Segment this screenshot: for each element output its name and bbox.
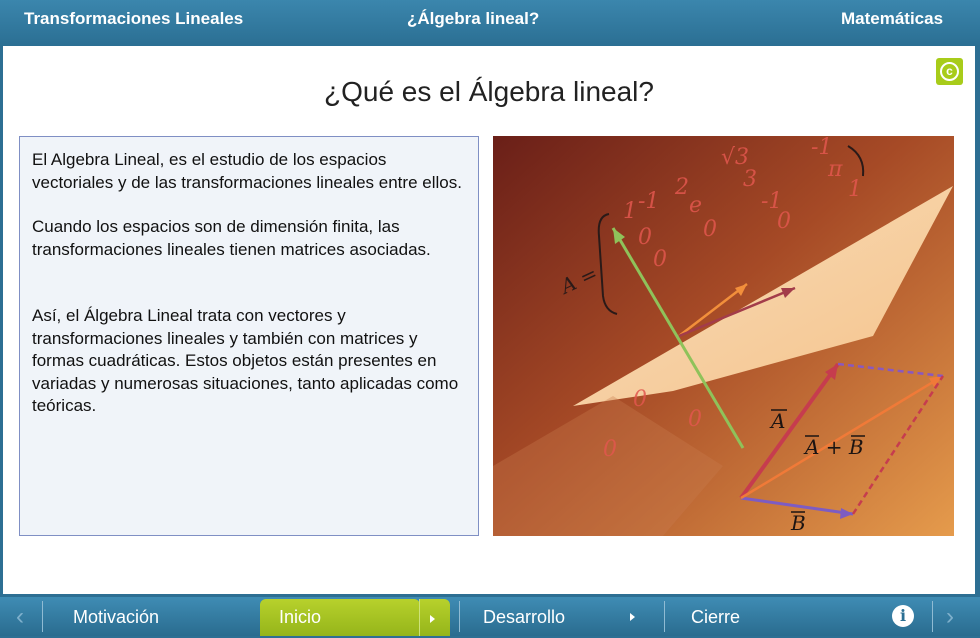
matrix-entry: 0 <box>777 209 791 234</box>
matrix-entry: 3 <box>743 167 757 192</box>
matrix-entry: 0 <box>688 407 702 432</box>
matrix-entry: 0 <box>633 387 647 412</box>
matrix-entry: 0 <box>703 217 717 242</box>
matrix-entry: 0 <box>638 225 652 250</box>
content-panel: ¿Qué es el Álgebra lineal? c El Algebra … <box>3 46 975 594</box>
chevron-left-icon[interactable]: ‹ <box>16 605 24 629</box>
nav-divider <box>664 601 665 632</box>
matrix-entry: 2 <box>674 175 689 200</box>
paragraph-definition: El Algebra Lineal, es el estudio de los … <box>32 150 462 192</box>
chevron-right-small-icon <box>430 615 435 623</box>
nav-divider <box>42 601 43 632</box>
header-bar: Transformaciones Lineales ¿Álgebra linea… <box>0 0 980 46</box>
matrix-entry: π <box>827 157 843 182</box>
matrix-entry: e <box>689 193 702 218</box>
nav-motivacion[interactable]: Motivación <box>73 597 159 636</box>
bottom-nav: ‹ Motivación Inicio Desarrollo Cierre i … <box>0 597 980 636</box>
matrix-entry: 0 <box>603 437 617 462</box>
chevron-right-icon[interactable]: › <box>946 605 954 629</box>
algebra-illustration: √3 -1 π 1 2 3 -1 1 -1 e 0 0 0 0 0 0 0 A … <box>493 135 954 536</box>
paragraph-matrices: Cuando los espacios son de dimensión fin… <box>32 217 431 259</box>
nav-divider <box>459 601 460 632</box>
vector-a-label: A <box>769 409 785 433</box>
copyright-badge[interactable]: c <box>936 58 963 85</box>
vector-b-label: B <box>790 511 806 535</box>
nav-desarrollo[interactable]: Desarrollo <box>483 597 565 636</box>
matrix-entry: 0 <box>653 247 667 272</box>
desarrollo-dropdown-icon[interactable] <box>630 613 635 621</box>
paragraph-applications: Así, el Álgebra Lineal trata con vectore… <box>32 306 459 415</box>
vector-sum-label: A + B <box>803 435 864 459</box>
matrix-entry: 1 <box>623 199 637 224</box>
unit-title: Transformaciones Lineales <box>24 9 244 28</box>
nav-cierre[interactable]: Cierre <box>691 597 740 636</box>
info-icon[interactable]: i <box>892 605 914 627</box>
copyright-icon: c <box>940 62 959 81</box>
text-box: El Algebra Lineal, es el estudio de los … <box>19 136 479 536</box>
inicio-dropdown-button[interactable] <box>419 599 450 636</box>
matrix-entry: 1 <box>848 177 862 202</box>
section-title: ¿Álgebra lineal? <box>407 9 540 28</box>
nav-divider <box>932 601 933 632</box>
subject-title: Matemáticas <box>841 9 944 28</box>
page-title: ¿Qué es el Álgebra lineal? <box>324 76 654 107</box>
matrix-entry: -1 <box>638 189 659 214</box>
nav-inicio[interactable]: Inicio <box>279 597 321 636</box>
